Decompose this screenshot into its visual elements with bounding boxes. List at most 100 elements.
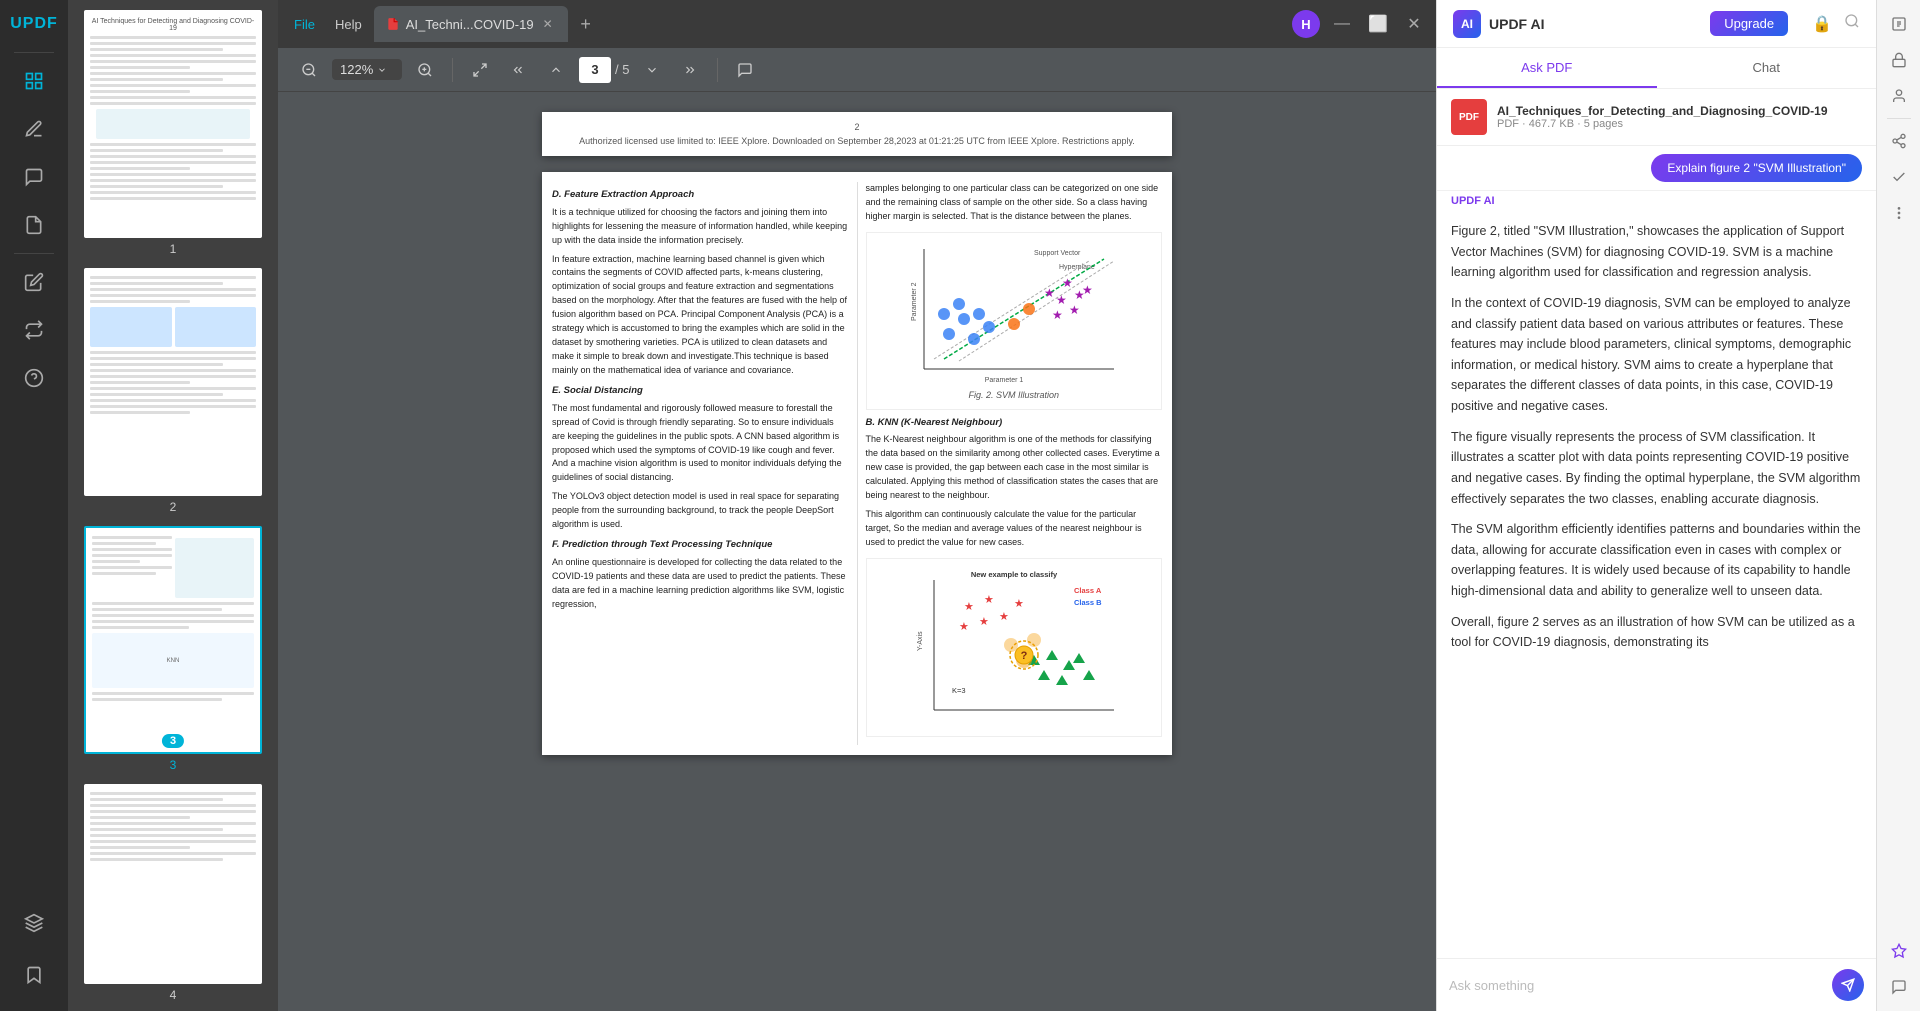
- knn-figure: New example to classify Y-Axis Class A C…: [866, 558, 1163, 737]
- window-min-btn[interactable]: —: [1328, 10, 1356, 38]
- nav-last-btn[interactable]: [675, 55, 705, 85]
- tab-chat[interactable]: Chat: [1657, 48, 1877, 88]
- ai-search-top-icon[interactable]: [1844, 13, 1860, 34]
- top-right-icons: H — ⬜ ✕: [1292, 10, 1428, 38]
- sidebar-thumbnails-btn[interactable]: [12, 59, 56, 103]
- ai-panel-title: UPDF AI: [1489, 16, 1544, 32]
- ai-lock-icon[interactable]: 🔒: [1812, 14, 1832, 34]
- col2-text2: The K-Nearest neighbour algorithm is one…: [866, 433, 1163, 503]
- right-lock-btn[interactable]: [1883, 44, 1915, 76]
- svg-text:Class B: Class B: [1074, 598, 1102, 607]
- pdf-tab[interactable]: AI_Techni...COVID-19 ✕: [374, 6, 568, 42]
- tab-ask-pdf[interactable]: Ask PDF: [1437, 48, 1657, 88]
- toolbar: 122% / 5: [278, 48, 1436, 92]
- right-ocr-btn[interactable]: [1883, 8, 1915, 40]
- window-max-btn[interactable]: ⬜: [1364, 10, 1392, 38]
- response-p5: Overall, figure 2 serves as an illustrat…: [1451, 612, 1862, 653]
- thumbnail-image-1: AI Techniques for Detecting and Diagnosi…: [84, 10, 262, 238]
- knn-plot-svg: New example to classify Y-Axis Class A C…: [904, 565, 1124, 725]
- ai-panel-tabs: Ask PDF Chat: [1437, 48, 1876, 89]
- svg-text:★: ★: [984, 594, 994, 606]
- zoom-display[interactable]: 122%: [332, 59, 402, 80]
- svg-text:★: ★: [959, 621, 969, 633]
- thumbnail-number-3: 3: [170, 758, 177, 772]
- tab-title: AI_Techni...COVID-19: [406, 17, 534, 32]
- window-close-btn[interactable]: ✕: [1400, 10, 1428, 38]
- chat-send-btn[interactable]: [1832, 969, 1864, 1001]
- col2-text1: samples belonging to one particular clas…: [866, 182, 1163, 224]
- file-info: PDF AI_Techniques_for_Detecting_and_Diag…: [1437, 89, 1876, 146]
- svg-text:★: ★: [999, 611, 1009, 623]
- nav-down-btn[interactable]: [637, 55, 667, 85]
- upgrade-button[interactable]: Upgrade: [1710, 11, 1788, 36]
- svg-text:★: ★: [1052, 308, 1063, 322]
- chat-input-area: [1437, 958, 1876, 1011]
- file-type-icon: PDF: [1451, 99, 1487, 135]
- svg-text:★: ★: [1069, 303, 1080, 317]
- svg-text:Parameter 2: Parameter 2: [911, 282, 918, 321]
- thumbnail-item-3[interactable]: KNN 3 3: [76, 526, 270, 772]
- right-dots-btn[interactable]: [1883, 197, 1915, 229]
- col2-text3: This algorithm can continuously calculat…: [866, 508, 1163, 550]
- menu-help[interactable]: Help: [327, 17, 370, 32]
- file-name: AI_Techniques_for_Detecting_and_Diagnosi…: [1497, 104, 1862, 118]
- sidebar-fill-btn[interactable]: [12, 260, 56, 304]
- user-avatar[interactable]: H: [1292, 10, 1320, 38]
- sidebar-divider-2: [14, 253, 54, 254]
- svg-text:★: ★: [979, 616, 989, 628]
- right-comment-side-btn[interactable]: [1883, 971, 1915, 1003]
- thumbnail-image-3: KNN 3: [84, 526, 262, 754]
- svg-text:Y-Axis: Y-Axis: [917, 631, 924, 651]
- svg-text:★: ★: [1082, 283, 1093, 297]
- ai-response-area[interactable]: Figure 2, titled "SVM Illustration," sho…: [1437, 207, 1876, 958]
- sidebar-bookmark-btn[interactable]: [12, 953, 56, 997]
- thumbnail-image-4: [84, 784, 262, 984]
- nav-first-btn[interactable]: [503, 55, 533, 85]
- svg-text:New example to classify: New example to classify: [971, 570, 1058, 579]
- thumbnail-panel: AI Techniques for Detecting and Diagnosi…: [68, 0, 278, 1011]
- ai-panel: AI UPDF AI Upgrade 🔒 Ask PDF Chat PDF AI…: [1436, 0, 1876, 1011]
- sidebar-convert-btn[interactable]: [12, 308, 56, 352]
- svg-text:★: ★: [964, 601, 974, 613]
- zoom-out-btn[interactable]: [294, 55, 324, 85]
- right-check-btn[interactable]: [1883, 161, 1915, 193]
- zoom-value: 122%: [340, 62, 373, 77]
- thumbnail-number-1: 1: [170, 242, 177, 256]
- right-ai-sparkle-btn[interactable]: [1883, 935, 1915, 967]
- fit-page-btn[interactable]: [465, 55, 495, 85]
- top-bar: File Help AI_Techni...COVID-19 ✕ + H — ⬜…: [278, 0, 1436, 48]
- nav-up-btn[interactable]: [541, 55, 571, 85]
- fig2-caption: Fig. 2. SVM Illustration: [873, 389, 1156, 403]
- response-p3: The figure visually represents the proce…: [1451, 427, 1862, 510]
- page-current-input[interactable]: [579, 57, 611, 83]
- pdf-page-3: D. Feature Extraction Approach It is a t…: [542, 172, 1172, 755]
- sidebar-ai-btn[interactable]: [12, 356, 56, 400]
- thumbnail-item-2[interactable]: 2: [76, 268, 270, 514]
- updf-logo[interactable]: UPDF: [0, 0, 68, 48]
- right-sign-btn[interactable]: [1883, 80, 1915, 112]
- page-number-header: 2: [562, 122, 1152, 132]
- right-share-btn[interactable]: [1883, 125, 1915, 157]
- tab-close-btn[interactable]: ✕: [540, 16, 556, 32]
- pdf-viewer[interactable]: 2 Authorized licensed use limited to: IE…: [278, 92, 1436, 1011]
- section-f-title: F. Prediction through Text Processing Te…: [552, 538, 849, 553]
- section-e-title: E. Social Distancing: [552, 384, 849, 399]
- comment-btn[interactable]: [730, 55, 760, 85]
- sidebar-pen-btn[interactable]: [12, 107, 56, 151]
- sidebar-pages-btn[interactable]: [12, 203, 56, 247]
- file-details: AI_Techniques_for_Detecting_and_Diagnosi…: [1497, 104, 1862, 130]
- sidebar-layers-btn[interactable]: [12, 901, 56, 945]
- sidebar-comment-btn[interactable]: [12, 155, 56, 199]
- section-e-text2: The YOLOv3 object detection model is use…: [552, 490, 849, 532]
- svg-text:?: ?: [1020, 650, 1027, 662]
- right-strip-divider-1: [1887, 118, 1911, 119]
- ai-response-text: Figure 2, titled "SVM Illustration," sho…: [1451, 221, 1862, 653]
- tab-add-btn[interactable]: +: [572, 10, 600, 38]
- explain-figure-button[interactable]: Explain figure 2 "SVM Illustration": [1651, 154, 1862, 182]
- thumbnail-image-2: [84, 268, 262, 496]
- thumbnail-item-1[interactable]: AI Techniques for Detecting and Diagnosi…: [76, 10, 270, 256]
- thumbnail-item-4[interactable]: 4: [76, 784, 270, 1002]
- menu-file[interactable]: File: [286, 17, 323, 32]
- zoom-in-btn[interactable]: [410, 55, 440, 85]
- chat-input[interactable]: [1449, 978, 1824, 993]
